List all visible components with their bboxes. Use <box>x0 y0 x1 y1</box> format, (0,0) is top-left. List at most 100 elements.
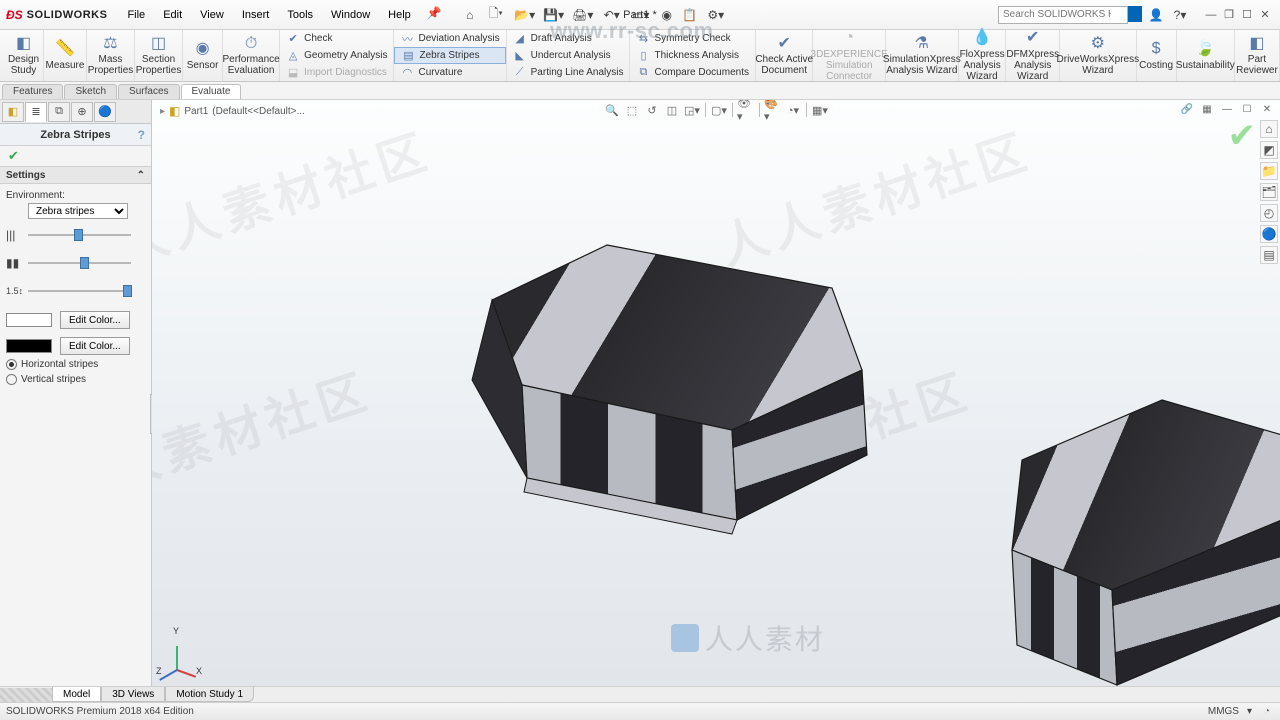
display-tab-icon[interactable]: 🔵 <box>94 102 116 122</box>
confirm-corner-icon[interactable]: ✔ <box>1228 116 1257 156</box>
cmd-measure[interactable]: 📏Measure <box>44 30 87 81</box>
view-orient-icon[interactable]: ◲▾ <box>683 101 701 119</box>
cmd-curvature[interactable]: ◠Curvature <box>394 64 505 81</box>
stripe-count-slider[interactable] <box>28 232 131 238</box>
task-library-icon[interactable]: 📁 <box>1260 162 1278 180</box>
help-icon[interactable]: ?▾ <box>1170 5 1190 25</box>
status-units[interactable]: MMGS <box>1208 706 1239 717</box>
featuretree-tab-icon[interactable]: ◧ <box>2 102 24 122</box>
pm-help-icon[interactable]: ? <box>138 128 145 142</box>
stripe-precision-slider[interactable] <box>28 288 131 294</box>
menu-insert[interactable]: Insert <box>234 6 278 24</box>
cmd-parting-line-analysis[interactable]: ⟋Parting Line Analysis <box>507 64 630 81</box>
sheet-tab-model[interactable]: Model <box>52 687 101 702</box>
breadcrumb-expand-icon[interactable]: ▸ <box>160 106 165 117</box>
cmd-costing[interactable]: $Costing <box>1137 30 1177 81</box>
color2-swatch[interactable] <box>6 339 52 353</box>
pm-accept-button[interactable]: ✔ <box>0 146 151 166</box>
tab-sketch[interactable]: Sketch <box>64 84 117 99</box>
cmd-zebra-stripes[interactable]: ▤Zebra Stripes <box>394 47 505 64</box>
zoom-fit-icon[interactable]: 🔍 <box>603 101 621 119</box>
sheet-tab-3dviews[interactable]: 3D Views <box>101 687 165 702</box>
cmd-section-props[interactable]: ◫Section Properties <box>135 30 183 81</box>
task-view-icon[interactable]: ◴ <box>1260 204 1278 222</box>
cmd-sensor[interactable]: ◉Sensor <box>183 30 223 81</box>
menu-tools[interactable]: Tools <box>279 6 321 24</box>
zoom-area-icon[interactable]: ⬚ <box>623 101 641 119</box>
edit-color2-button[interactable]: Edit Color... <box>60 337 130 355</box>
vertical-stripes-radio[interactable]: Vertical stripes <box>6 374 145 385</box>
tab-features[interactable]: Features <box>2 84 63 99</box>
dfmxpress-icon: ✔ <box>1026 29 1039 47</box>
doc-close-icon[interactable]: ✕ <box>1258 102 1276 116</box>
view-settings-icon[interactable]: ▦▾ <box>811 101 829 119</box>
cmd-check[interactable]: ✔Check <box>280 30 393 47</box>
cmd-perf-eval[interactable]: ⏱Performance Evaluation <box>223 30 280 81</box>
open-icon[interactable]: 📂▾ <box>512 5 538 25</box>
doc-sheet-icon[interactable]: ▦ <box>1198 102 1216 116</box>
help-search-input[interactable] <box>998 6 1128 24</box>
cmd-dfmxpress[interactable]: ✔DFMXpress Analysis Wizard <box>1006 30 1060 81</box>
status-edit-icon[interactable]: ◔ <box>1260 705 1274 719</box>
task-appearance-icon[interactable]: 🔵 <box>1260 225 1278 243</box>
task-resources-icon[interactable]: ◩ <box>1260 141 1278 159</box>
task-props-icon[interactable]: ▤ <box>1260 246 1278 264</box>
cmd-driveworksxpress[interactable]: ⚙DriveWorksXpress Wizard <box>1060 30 1137 81</box>
cmd-check-active-doc[interactable]: ✔Check Active Document <box>756 30 813 81</box>
orientation-triad[interactable]: YXZ <box>166 634 206 674</box>
cmd-geometry-analysis[interactable]: ◬Geometry Analysis <box>280 47 393 64</box>
status-edition: SOLIDWORKS Premium 2018 x64 Edition <box>6 706 194 717</box>
hide-show-icon[interactable]: 👁▾ <box>737 101 755 119</box>
appearance-icon[interactable]: 🎨▾ <box>764 101 782 119</box>
task-home-icon[interactable]: ⌂ <box>1260 120 1278 138</box>
compare-icon: ⧉ <box>636 66 650 80</box>
cmd-mass-props[interactable]: ⚖Mass Properties <box>87 30 135 81</box>
cmd-simxpress[interactable]: ⚗SimulationXpress Analysis Wizard <box>886 30 959 81</box>
display-style-icon[interactable]: ▢▾ <box>710 101 728 119</box>
color1-swatch[interactable] <box>6 313 52 327</box>
sheet-tab-motion1[interactable]: Motion Study 1 <box>165 687 254 702</box>
scene-icon[interactable]: ◔▾ <box>784 101 802 119</box>
home-icon[interactable]: ⌂ <box>460 5 480 25</box>
cmd-design-study[interactable]: ◧Design Study <box>4 30 44 81</box>
configmanager-tab-icon[interactable]: ⧉ <box>48 102 70 122</box>
pin-icon[interactable]: 📌 <box>427 6 442 24</box>
doc-minimize-icon[interactable]: — <box>1218 102 1236 116</box>
edit-color1-button[interactable]: Edit Color... <box>60 311 130 329</box>
cmd-compare-documents[interactable]: ⧉Compare Documents <box>630 64 754 81</box>
cmd-thickness-analysis[interactable]: ▯Thickness Analysis <box>630 47 754 64</box>
breadcrumb[interactable]: ▸ ◧ Part1 (Default<<Default>... <box>160 104 305 118</box>
cmd-part-reviewer[interactable]: ◧Part Reviewer <box>1235 30 1280 81</box>
help-search-go[interactable] <box>1128 6 1142 22</box>
prev-view-icon[interactable]: ↺ <box>643 101 661 119</box>
horizontal-stripes-radio[interactable]: Horizontal stripes <box>6 359 145 370</box>
doc-link-icon[interactable]: 🔗 <box>1178 102 1196 116</box>
doc-maximize-icon[interactable]: ☐ <box>1238 102 1256 116</box>
cmd-undercut-analysis[interactable]: ◣Undercut Analysis <box>507 47 630 64</box>
close-icon[interactable]: ✕ <box>1256 7 1274 23</box>
tab-surfaces[interactable]: Surfaces <box>118 84 179 99</box>
new-icon[interactable]: 🗋▾ <box>483 5 509 25</box>
login-icon[interactable]: 👤 <box>1146 5 1166 25</box>
menu-window[interactable]: Window <box>323 6 378 24</box>
section-view-icon[interactable]: ◫ <box>663 101 681 119</box>
tab-evaluate[interactable]: Evaluate <box>181 84 242 99</box>
menu-edit[interactable]: Edit <box>155 6 190 24</box>
menu-file[interactable]: File <box>119 6 153 24</box>
minimize-icon[interactable]: — <box>1202 7 1220 23</box>
pm-environment-select[interactable]: Zebra stripes <box>28 203 128 219</box>
cmd-floxpress[interactable]: 💧FloXpress Analysis Wizard <box>959 30 1007 81</box>
task-explorer-icon[interactable]: 🗂 <box>1260 183 1278 201</box>
propertymanager-tab-icon[interactable]: ≣ <box>25 102 47 122</box>
maximize-icon[interactable]: ☐ <box>1238 7 1256 23</box>
graphics-viewport[interactable]: 人人素材社区 人人素材社区 人人素材社区 人人素材社区 ▸ ◧ Part1 (D… <box>152 100 1280 688</box>
dimxpert-tab-icon[interactable]: ⊕ <box>71 102 93 122</box>
pm-section-settings[interactable]: Settings⌃ <box>0 166 151 184</box>
menu-view[interactable]: View <box>192 6 232 24</box>
cmd-sustainability[interactable]: 🍃Sustainability <box>1177 30 1235 81</box>
stripe-width-slider[interactable] <box>28 260 131 266</box>
cmd-deviation-analysis[interactable]: 〰Deviation Analysis <box>394 30 505 47</box>
units-dropdown-icon[interactable]: ▾ <box>1247 706 1252 717</box>
menu-help[interactable]: Help <box>380 6 419 24</box>
restore-icon[interactable]: ❐ <box>1220 7 1238 23</box>
